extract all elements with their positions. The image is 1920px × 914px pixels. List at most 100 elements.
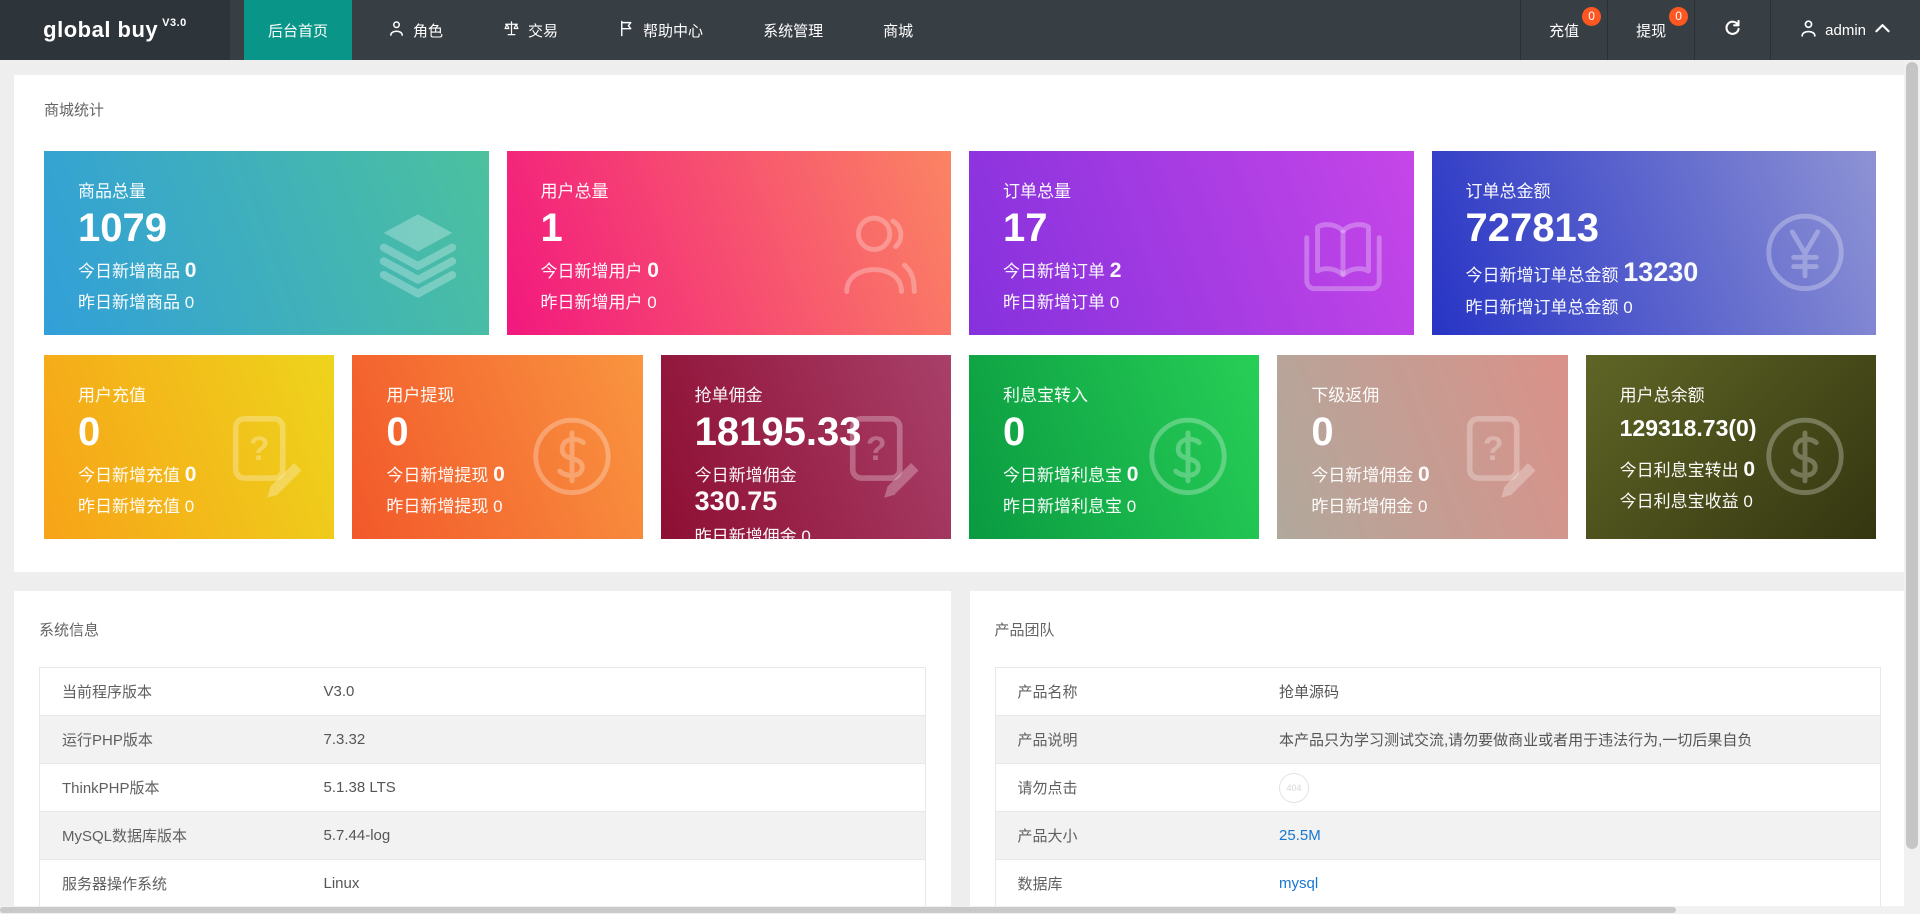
- stat-card: 用户充值 0 今日新增充值 0 昨日新增充值 0?: [44, 355, 335, 539]
- card-line-yesterday: 昨日新增订单 0: [1003, 293, 1120, 312]
- card-line-yesterday: 昨日新增充值 0: [78, 497, 195, 516]
- card-value: 129318.73(0): [1619, 415, 1757, 441]
- horizontal-scrollbar-thumb[interactable]: [0, 907, 1676, 913]
- withdraw-label: 提现: [1636, 22, 1667, 40]
- dollar-coin-icon: [1141, 409, 1235, 503]
- card-line-today: 今日新增订单总金额 13230: [1465, 257, 1699, 287]
- stats-panel-title: 商城统计: [44, 102, 105, 119]
- card-line-today: 今日新增商品 0: [78, 259, 197, 282]
- row-value: Linux: [323, 875, 360, 892]
- card-title: 用户提现: [386, 386, 455, 405]
- row-label: 数据库: [995, 859, 1257, 908]
- svg-text:?: ?: [249, 430, 270, 468]
- person-outline-icon: [833, 205, 927, 299]
- row-value: 7.3.32: [323, 731, 366, 748]
- top-navbar: global buy V3.0 后台首页 角色 交易 帮助中心 系统管理 商城 充值 0 …: [0, 0, 1920, 60]
- question-doc-icon: ?: [833, 409, 927, 503]
- vertical-scrollbar[interactable]: [1904, 60, 1920, 906]
- yen-icon: [1758, 205, 1852, 299]
- menu-item-5[interactable]: 系统管理: [739, 0, 847, 60]
- card-title: 利息宝转入: [1002, 386, 1088, 405]
- stat-card: 用户提现 0 今日新增提现 0 昨日新增提现 0: [352, 355, 643, 539]
- menu-item-2[interactable]: 角色: [364, 0, 467, 60]
- product-team-table: 产品名称 抢单源码产品说明 本产品只为学习测试交流,请勿要做商业或者用于违法行为,一…: [994, 667, 1881, 908]
- stat-cards-row-2: 用户充值 0 今日新增充值 0 昨日新增充值 0? 用户提现 0 今日新增提现 0 昨日新增提…: [44, 355, 1876, 539]
- card-value: 0: [78, 410, 101, 454]
- value-link[interactable]: mysql: [1279, 875, 1318, 892]
- app-logo-text: global buy: [43, 17, 159, 42]
- app-logo[interactable]: global buy V3.0: [0, 0, 230, 60]
- value-link[interactable]: 25.5M: [1279, 827, 1321, 844]
- row-value: V3.0: [323, 683, 355, 700]
- svg-text:?: ?: [1483, 430, 1504, 468]
- table-row: MySQL数据库版本 5.7.44-log: [39, 811, 925, 860]
- card-line-today: 今日新增订单 2: [1003, 259, 1122, 282]
- table-row: 运行PHP版本 7.3.32: [39, 715, 925, 764]
- question-doc-icon: ?: [1450, 409, 1544, 503]
- card-value: 1: [540, 206, 563, 250]
- menu-item-4[interactable]: 帮助中心: [594, 0, 727, 60]
- stat-card: 利息宝转入 0 今日新增利息宝 0 昨日新增利息宝 0: [968, 355, 1260, 539]
- card-value: 0: [386, 410, 409, 454]
- card-title: 下级返佣: [1311, 386, 1380, 405]
- bottom-panels: 系统信息 当前程序版本 V3.0 运行PHP版本 7.3.32 ThinkPHP版本 5.…: [14, 591, 1906, 914]
- page-content: 商城统计 商品总量 1079 今日新增商品 0 昨日新增商品 0 用户总量 1 今日新增用户…: [14, 75, 1906, 914]
- stat-card: 下级返佣 0 今日新增佣金 0 昨日新增佣金 0?: [1277, 355, 1568, 539]
- menu-item-label: 商城: [883, 22, 914, 40]
- table-row: 产品名称 抢单源码: [995, 667, 1881, 716]
- menu-item-label: 帮助中心: [643, 22, 704, 40]
- stat-card: 商品总量 1079 今日新增商品 0 昨日新增商品 0: [44, 151, 489, 335]
- row-value: 5.7.44-log: [323, 827, 391, 844]
- scrollbar-corner: [1904, 906, 1920, 914]
- refresh-button[interactable]: [1694, 0, 1770, 60]
- vertical-scrollbar-thumb[interactable]: [1906, 62, 1918, 849]
- stat-card: 订单总金额 727813 今日新增订单总金额 13230 昨日新增订单总金额 0: [1431, 151, 1876, 335]
- row-label: ThinkPHP版本: [39, 763, 302, 812]
- dollar-coin-icon: [525, 409, 619, 503]
- card-title: 抢单佣金: [694, 386, 763, 405]
- table-row: ThinkPHP版本 5.1.38 LTS: [39, 763, 925, 812]
- navbar-right: 充值 0 提现 0 admin: [1520, 0, 1920, 60]
- table-row: 请勿点击 404: [995, 763, 1881, 812]
- menu-item-1[interactable]: 后台首页: [244, 0, 353, 60]
- card-line-today: 今日新增佣金 330.75: [694, 466, 797, 516]
- user-menu[interactable]: admin: [1770, 0, 1920, 60]
- app-version: V3.0: [162, 17, 187, 29]
- recharge-nav-item[interactable]: 充值 0: [1520, 0, 1607, 60]
- stat-card: 用户总余额 129318.73(0) 今日利息宝转出 0 今日利息宝收益 0: [1585, 355, 1876, 539]
- product-team-title: 产品团队: [994, 622, 1055, 639]
- menu-item-label: 系统管理: [763, 22, 824, 40]
- row-label: 产品大小: [995, 811, 1257, 860]
- card-value: 0: [1311, 410, 1334, 454]
- card-title: 用户充值: [78, 386, 146, 405]
- card-title: 订单总量: [1003, 182, 1071, 201]
- card-line-today: 今日新增佣金 0: [1311, 463, 1430, 486]
- card-line-today: 今日新增充值 0: [78, 463, 197, 486]
- username: admin: [1825, 21, 1866, 39]
- table-row: 产品说明 本产品只为学习测试交流,请勿要做商业或者用于违法行为,一切后果自负: [995, 715, 1881, 764]
- 404-badge: 404: [1279, 772, 1309, 803]
- card-line-yesterday: 昨日新增佣金 0: [694, 527, 811, 539]
- row-value: 本产品只为学习测试交流,请勿要做商业或者用于违法行为,一切后果自负: [1279, 732, 1753, 749]
- row-label: 服务器操作系统: [39, 859, 302, 908]
- book-icon: [1296, 205, 1390, 299]
- horizontal-scrollbar[interactable]: [0, 906, 1904, 914]
- menu-item-6[interactable]: 商城: [859, 0, 937, 60]
- card-value: 0: [1002, 410, 1026, 454]
- row-label: 产品名称: [995, 667, 1257, 716]
- user-icon: [388, 20, 405, 41]
- dollar-coin-icon: [1758, 409, 1852, 503]
- card-value: 727813: [1465, 206, 1599, 250]
- card-title: 商品总量: [78, 182, 146, 201]
- recharge-badge: 0: [1582, 7, 1602, 26]
- scales-icon: [503, 20, 520, 41]
- card-line-yesterday: 昨日新增利息宝 0: [1002, 497, 1137, 516]
- card-line-today: 今日新增提现 0: [386, 463, 505, 486]
- menu-item-3[interactable]: 交易: [479, 0, 582, 60]
- withdraw-nav-item[interactable]: 提现 0: [1607, 0, 1694, 60]
- card-line-today: 今日利息宝转出 0: [1619, 458, 1756, 482]
- row-value: 抢单源码: [1279, 684, 1340, 701]
- menu-item-label: 角色: [413, 22, 444, 40]
- svg-text:?: ?: [866, 430, 887, 468]
- card-line-yesterday: 昨日新增用户 0: [540, 293, 657, 312]
